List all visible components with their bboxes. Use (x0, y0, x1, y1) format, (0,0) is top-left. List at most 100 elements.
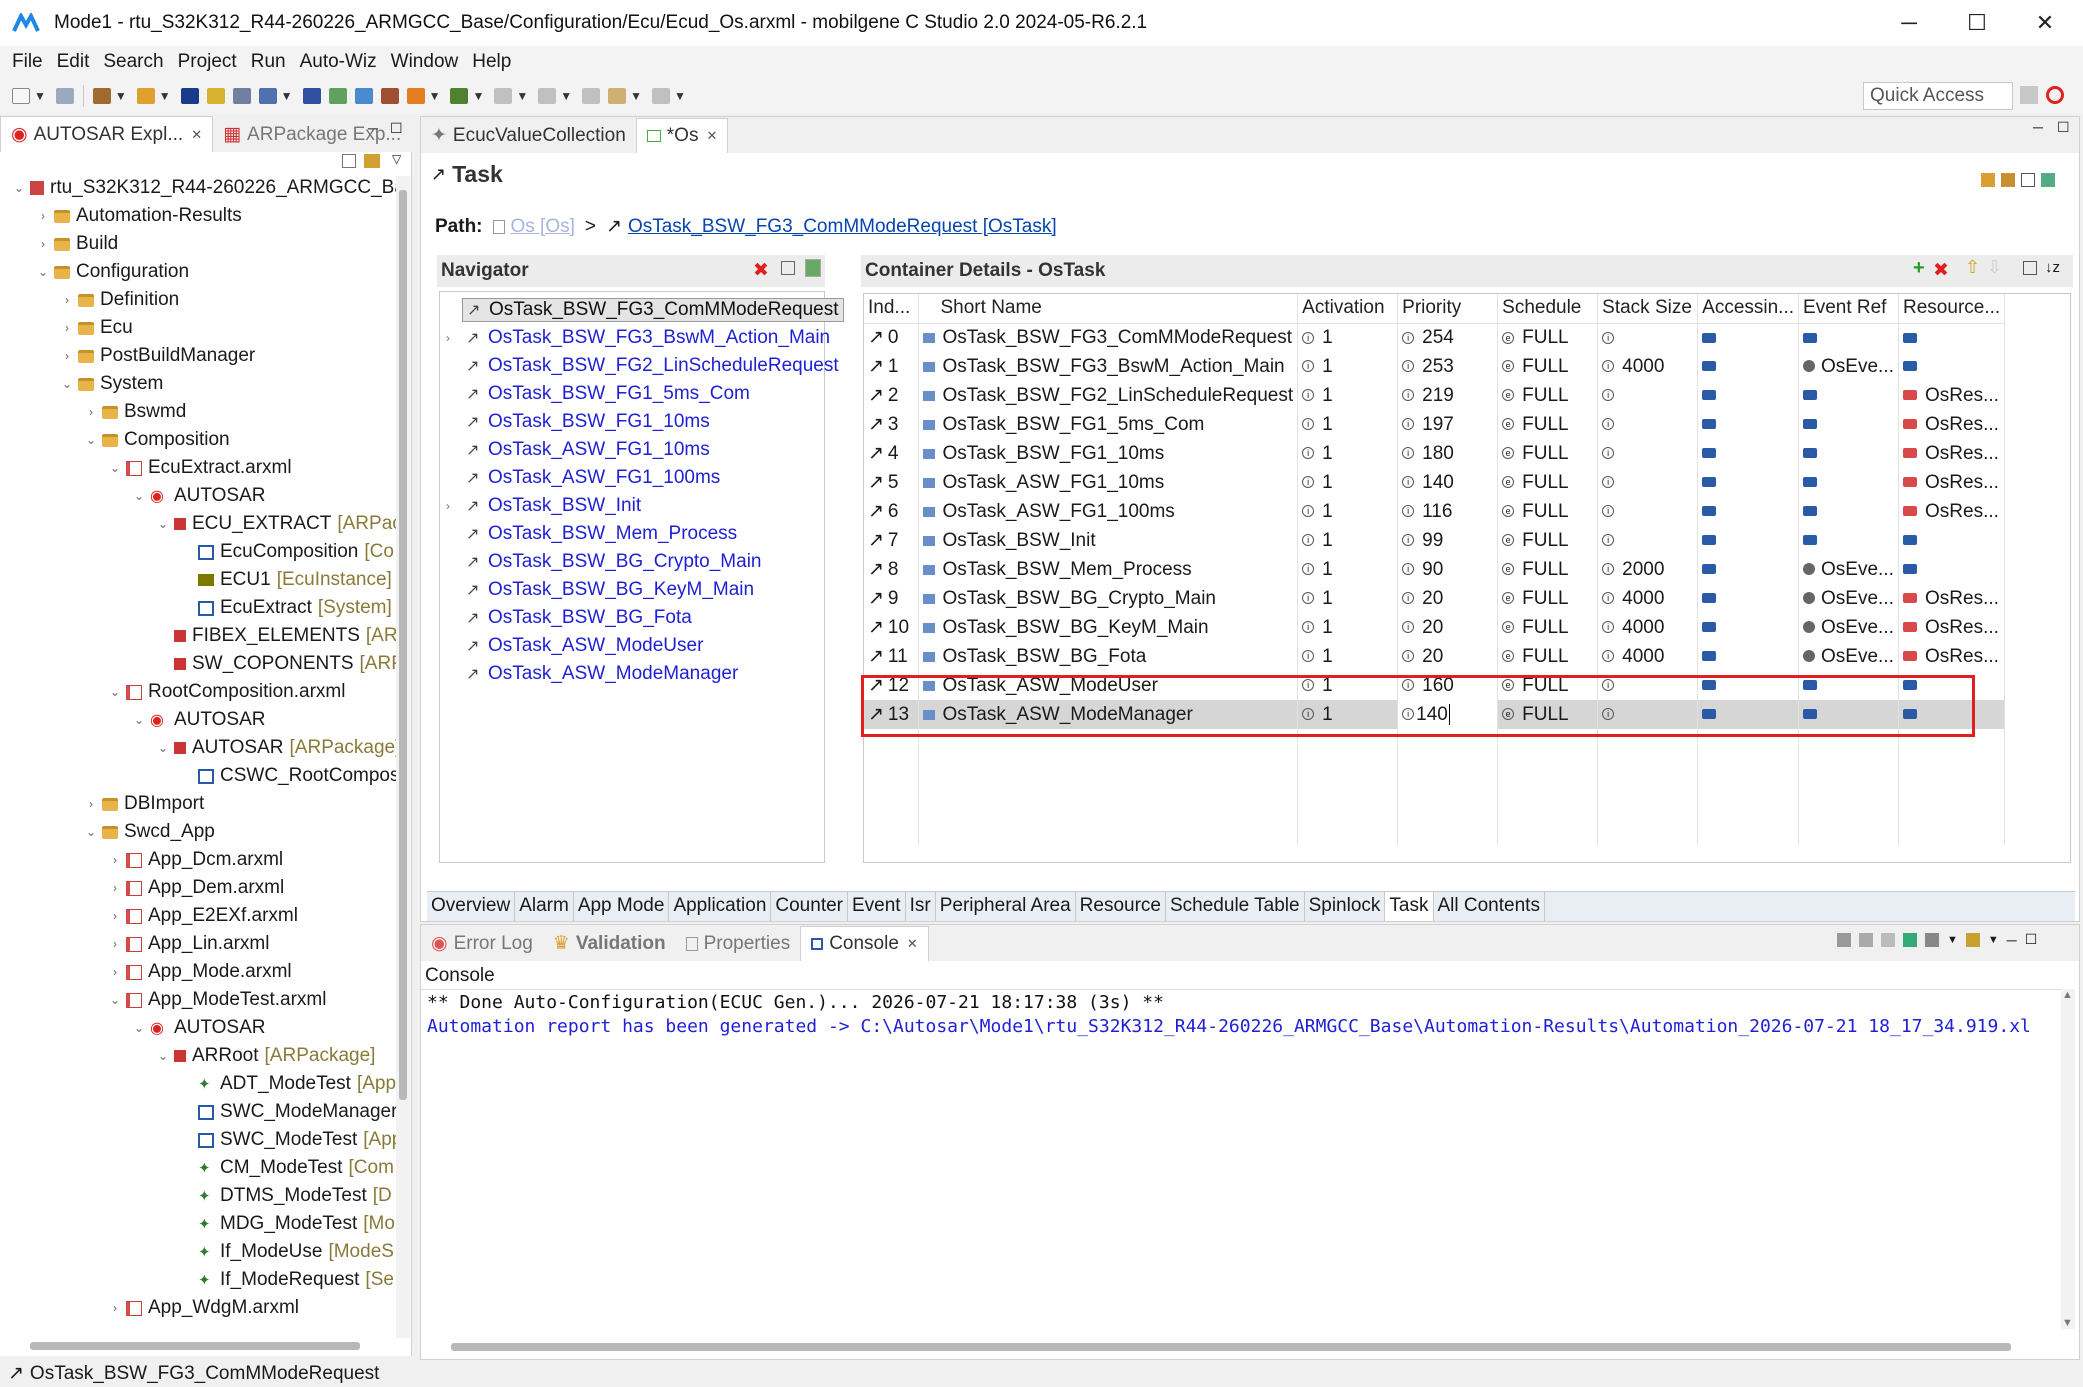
chevron-down-icon[interactable]: ⌄ (60, 377, 74, 391)
tree-item[interactable]: ⌄ AUTOSAR [ARPackage] (156, 734, 396, 762)
column-header[interactable]: Accessin... (1697, 294, 1800, 324)
show-properties-icon[interactable] (805, 259, 821, 277)
tree-item[interactable]: SWC_ModeManager (180, 1098, 396, 1126)
activation-cell[interactable]: i1 (1297, 497, 1399, 526)
move-down-icon[interactable]: ⇩ (1987, 257, 2002, 278)
short-name-cell[interactable]: OsTask_BSW_FG1_5ms_Com (918, 410, 1299, 439)
tree-item[interactable]: › App_E2EXf.arxml (108, 902, 298, 930)
open-console-icon[interactable] (1965, 932, 1980, 947)
display-console-icon[interactable] (1925, 932, 1939, 947)
tree-item[interactable]: ⌄ rtu_S32K312_R44-260226_ARMGCC_Base (12, 174, 396, 202)
page-tab-alarm[interactable]: Alarm (515, 892, 574, 921)
tree-item[interactable]: ECU1 [EcuInstance] (180, 566, 392, 594)
module-dropdown-icon[interactable]: ▼ (281, 89, 293, 103)
chevron-down-icon[interactable]: ⌄ (132, 489, 146, 503)
navigator-item[interactable]: ↗ OsTask_BSW_BG_Fota (446, 604, 696, 632)
stack-size-cell[interactable]: i (1597, 526, 1699, 555)
stack-size-cell[interactable]: i 4000 (1597, 642, 1699, 671)
tree-item[interactable]: ⌄ ARRoot [ARPackage] (156, 1042, 375, 1070)
tree-item[interactable]: ✦ DTMS_ModeTest [D (180, 1182, 392, 1210)
navigator-item[interactable]: ↗ OsTask_BSW_FG2_LinScheduleRequest (446, 352, 843, 380)
navigator-item[interactable]: ↗ OsTask_BSW_Mem_Process (446, 520, 741, 548)
table-row[interactable]: ↗ 6 OsTask_ASW_FG1_100ms i 1 i 116 e FULL i OsRes.… (864, 497, 2006, 526)
module-icon[interactable] (258, 88, 277, 104)
gear-icon[interactable] (406, 88, 425, 104)
tree-item[interactable]: ⌄ Composition (84, 426, 230, 454)
short-name-cell[interactable]: OsTask_BSW_FG2_LinScheduleRequest (918, 381, 1299, 410)
activation-cell[interactable]: i1 (1297, 323, 1399, 352)
priority-cell[interactable]: i 99 (1397, 526, 1499, 555)
clear-console-icon[interactable] (1837, 932, 1851, 947)
stack-size-cell[interactable]: i 4000 (1597, 352, 1699, 381)
activation-cell[interactable]: i1 (1297, 439, 1399, 468)
navigator-item[interactable]: ↗ OsTask_ASW_FG1_100ms (446, 464, 724, 492)
forward-dropdown-icon[interactable]: ▼ (674, 89, 686, 103)
event-ref-cell[interactable] (1798, 381, 1900, 410)
menu-search[interactable]: Search (103, 51, 163, 73)
chevron-right-icon[interactable]: › (108, 1301, 122, 1315)
accessing-cell[interactable] (1697, 381, 1800, 410)
schedule-cell[interactable]: e FULL (1497, 439, 1599, 468)
table-row[interactable]: ↗ 1 OsTask_BSW_FG3_BswM_Action_Main i 1 i 253 e… (864, 352, 2006, 381)
tree-item[interactable]: ✦ If_ModeUse [ModeS (180, 1238, 394, 1266)
page-tab-all-contents[interactable]: All Contents (1434, 892, 1545, 921)
accessing-cell[interactable] (1697, 584, 1800, 613)
schedule-cell[interactable]: e FULL (1497, 410, 1599, 439)
minimize-view-icon[interactable]: ─ (368, 120, 378, 136)
event-ref-cell[interactable] (1798, 497, 1900, 526)
open-console-dropdown-icon[interactable]: ▼ (1988, 934, 1999, 946)
collapse-all-icon[interactable] (342, 154, 356, 168)
chevron-down-icon[interactable]: ⌄ (108, 685, 122, 699)
event-ref-cell[interactable] (1798, 410, 1900, 439)
resource-cell[interactable]: OsRes... (1898, 410, 2006, 439)
page-tab-task[interactable]: Task (1385, 892, 1434, 921)
event-ref-cell[interactable] (1798, 526, 1900, 555)
build-icon[interactable] (92, 88, 111, 104)
terminal-icon[interactable] (180, 88, 199, 104)
scroll-down-icon[interactable]: ▼ (2062, 1317, 2073, 1329)
short-name-cell[interactable]: OsTask_BSW_FG3_ComMModeRequest (918, 323, 1299, 352)
chevron-down-icon[interactable]: ⌄ (156, 1049, 170, 1063)
run-icon[interactable] (450, 88, 469, 104)
new-icon[interactable] (12, 88, 30, 104)
navigator-item[interactable]: › ↗ OsTask_BSW_Init (446, 492, 645, 520)
page-tab-schedule-table[interactable]: Schedule Table (1166, 892, 1305, 921)
tree-item[interactable]: › Bswmd (84, 398, 186, 426)
activation-cell[interactable]: i1 (1297, 468, 1399, 497)
forward-icon[interactable] (652, 88, 671, 104)
resource-cell[interactable]: OsRes... (1898, 613, 2006, 642)
close-tab-icon[interactable]: ✕ (191, 127, 202, 143)
tree-item[interactable]: › PostBuildManager (60, 342, 255, 370)
schedule-cell[interactable]: e FULL (1497, 555, 1599, 584)
event-ref-cell[interactable]: OsEve... (1798, 642, 1900, 671)
navigator-item[interactable]: ↗ OsTask_ASW_FG1_10ms (446, 436, 714, 464)
stack-size-cell[interactable]: i 4000 (1597, 613, 1699, 642)
run-dropdown-icon[interactable]: ▼ (472, 89, 484, 103)
add-icon[interactable]: + (1913, 257, 1925, 280)
quick-access-field[interactable]: Quick Access (1863, 82, 2013, 110)
link-with-editor-icon[interactable] (364, 154, 380, 168)
priority-cell[interactable]: i 20 (1397, 584, 1499, 613)
column-header[interactable]: Ind... (864, 294, 919, 324)
priority-cell[interactable]: i 20 (1397, 613, 1499, 642)
short-name-cell[interactable]: OsTask_BSW_Init (918, 526, 1299, 555)
tree-item[interactable]: ⌄ ◉ AUTOSAR (132, 482, 266, 510)
tree-item[interactable]: ⌄ ECU_EXTRACT[ARPacka (156, 510, 396, 538)
console-hscroll-thumb[interactable] (451, 1343, 2011, 1351)
tree-item[interactable]: › App_Dem.arxml (108, 874, 284, 902)
chevron-down-icon[interactable]: ⌄ (132, 1021, 146, 1035)
schedule-cell[interactable]: e FULL (1497, 526, 1599, 555)
priority-cell[interactable]: i 90 (1397, 555, 1499, 584)
tree-item[interactable]: › App_Mode.arxml (108, 958, 292, 986)
schedule-cell[interactable]: e FULL (1497, 497, 1599, 526)
remove-icon[interactable]: ✖ (1933, 259, 1949, 282)
word-wrap-icon[interactable] (1881, 932, 1895, 947)
page-tab-peripheral-area[interactable]: Peripheral Area (936, 892, 1076, 921)
tab-ecuc-value-collection[interactable]: ✦ EcucValueCollection (421, 118, 636, 153)
table-row[interactable]: ↗ 8 OsTask_BSW_Mem_Process i 1 i 90 e FULL i 2000 O… (864, 555, 2006, 584)
resource-cell[interactable]: OsRes... (1898, 642, 2006, 671)
column-header[interactable]: Event Ref (1798, 294, 1900, 324)
chevron-right-icon[interactable]: › (84, 405, 98, 419)
stack-size-cell[interactable]: i 4000 (1597, 584, 1699, 613)
chevron-right-icon[interactable]: › (36, 209, 50, 223)
